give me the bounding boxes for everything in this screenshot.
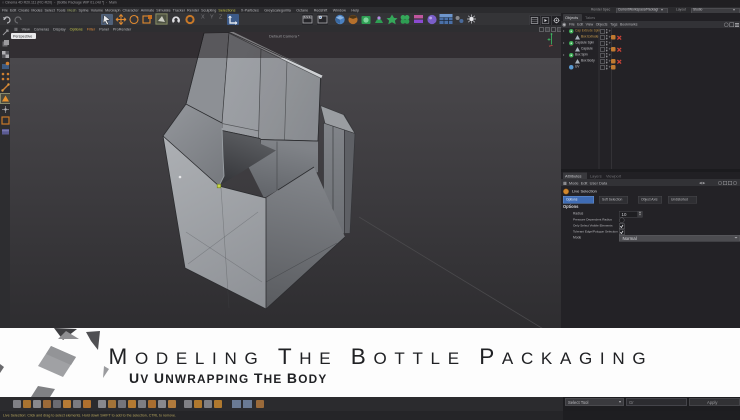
- svg-text:Default Camera *: Default Camera *: [269, 34, 300, 39]
